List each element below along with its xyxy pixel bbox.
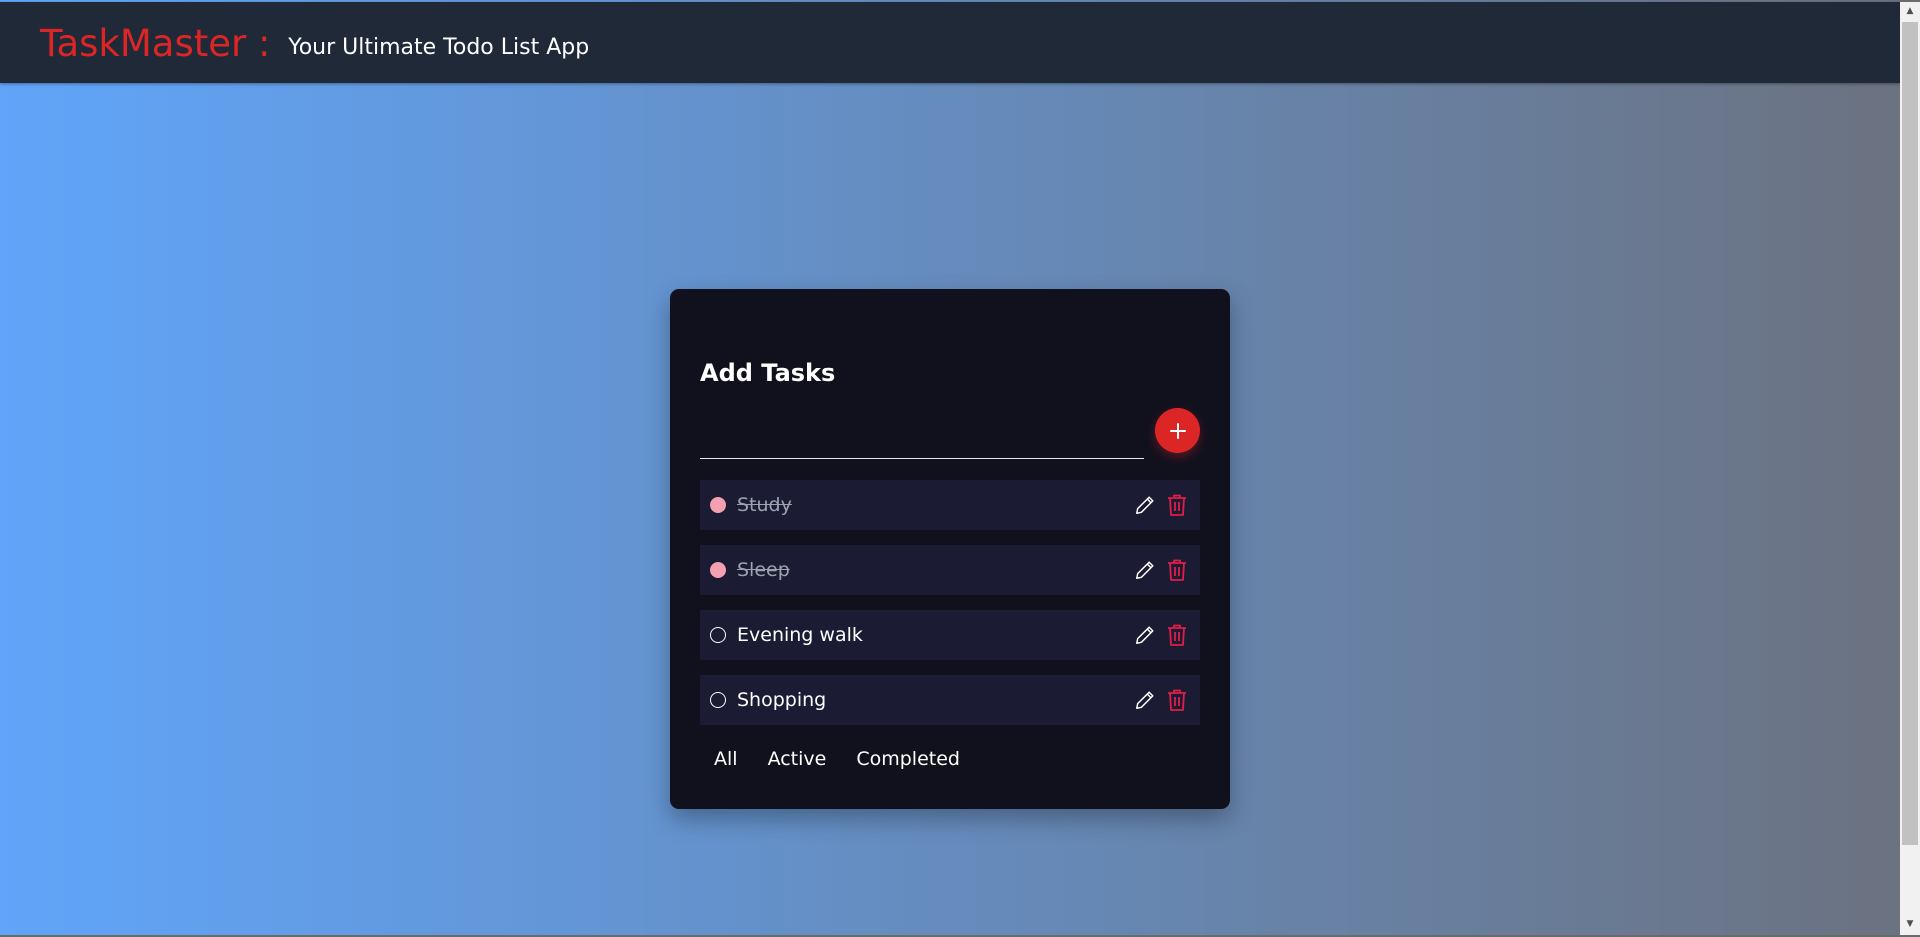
task-complete-toggle[interactable] — [710, 692, 726, 708]
task-input[interactable] — [700, 412, 1144, 459]
task-item: Sleep — [700, 545, 1200, 595]
task-complete-toggle[interactable] — [710, 627, 726, 643]
plus-icon — [1169, 422, 1186, 439]
scrollbar-thumb[interactable] — [1902, 22, 1918, 845]
scroll-up-arrow-icon[interactable]: ▲ — [1900, 2, 1920, 20]
trash-icon[interactable] — [1166, 493, 1188, 517]
filter-active-button[interactable]: Active — [768, 748, 827, 770]
task-complete-toggle[interactable] — [710, 497, 726, 513]
filter-completed-button[interactable]: Completed — [856, 748, 960, 770]
task-label: Shopping — [737, 689, 827, 711]
task-label: Sleep — [737, 559, 790, 581]
task-item: Evening walk — [700, 610, 1200, 660]
task-list: Study Sleep Evening walk Shopping — [700, 480, 1200, 740]
pencil-icon[interactable] — [1134, 624, 1156, 646]
trash-icon[interactable] — [1166, 558, 1188, 582]
scroll-down-arrow-icon[interactable]: ▼ — [1900, 915, 1920, 933]
filter-bar: All Active Completed — [714, 748, 960, 770]
task-label: Study — [737, 494, 792, 516]
add-task-button[interactable] — [1155, 408, 1200, 453]
task-item: Shopping — [700, 675, 1200, 725]
trash-icon[interactable] — [1166, 623, 1188, 647]
task-item: Study — [700, 480, 1200, 530]
card-title: Add Tasks — [700, 359, 836, 387]
app-brand[interactable]: TaskMaster : Your Ultimate Todo List App — [40, 22, 589, 70]
brand-tagline: Your Ultimate Todo List App — [288, 35, 590, 60]
page-background: TaskMaster : Your Ultimate Todo List App… — [0, 0, 1900, 935]
filter-all-button[interactable]: All — [714, 748, 738, 770]
navbar: TaskMaster : Your Ultimate Todo List App — [0, 2, 1900, 83]
trash-icon[interactable] — [1166, 688, 1188, 712]
pencil-icon[interactable] — [1134, 494, 1156, 516]
pencil-icon[interactable] — [1134, 689, 1156, 711]
task-complete-toggle[interactable] — [710, 562, 726, 578]
pencil-icon[interactable] — [1134, 559, 1156, 581]
vertical-scrollbar[interactable]: ▲ ▼ — [1900, 2, 1920, 935]
task-label: Evening walk — [737, 624, 863, 646]
brand-name: TaskMaster : — [40, 22, 271, 65]
